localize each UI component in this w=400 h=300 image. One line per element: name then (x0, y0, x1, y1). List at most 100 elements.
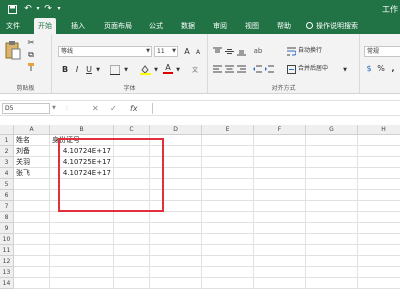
save-icon[interactable] (6, 3, 18, 15)
cell-c11[interactable] (114, 245, 150, 256)
tab-home[interactable]: 开始 (34, 18, 56, 34)
cell-f4[interactable] (254, 168, 306, 179)
cell-g8[interactable] (306, 212, 358, 223)
cell-c10[interactable] (114, 234, 150, 245)
cell-h13[interactable] (358, 267, 400, 278)
cell-c13[interactable] (114, 267, 150, 278)
percent-style-button[interactable]: % (376, 64, 386, 74)
row-header-7[interactable]: 7 (0, 201, 14, 212)
cell-e8[interactable] (202, 212, 254, 223)
cell-a6[interactable] (14, 190, 50, 201)
row-header-13[interactable]: 13 (0, 267, 14, 278)
cell-c9[interactable] (114, 223, 150, 234)
orientation-icon[interactable]: ab (252, 46, 264, 56)
cell-b13[interactable] (50, 267, 114, 278)
tab-data[interactable]: 数据 (178, 18, 198, 34)
align-center-icon[interactable] (224, 64, 234, 74)
cell-h10[interactable] (358, 234, 400, 245)
tab-file[interactable]: 文件 (4, 18, 22, 34)
cell-f14[interactable] (254, 278, 306, 289)
align-left-icon[interactable] (212, 64, 222, 74)
cell-e11[interactable] (202, 245, 254, 256)
cell-a9[interactable] (14, 223, 50, 234)
cell-e3[interactable] (202, 157, 254, 168)
cell-e1[interactable] (202, 135, 254, 146)
row-header-14[interactable]: 14 (0, 278, 14, 289)
bold-button[interactable]: B (60, 64, 70, 75)
cut-icon[interactable]: ✂ (26, 38, 36, 48)
tell-me-search[interactable]: 操作说明搜索 (306, 18, 370, 34)
cell-h5[interactable] (358, 179, 400, 190)
increase-indent-icon[interactable] (264, 64, 274, 74)
cell-h12[interactable] (358, 256, 400, 267)
cell-f5[interactable] (254, 179, 306, 190)
cell-e13[interactable] (202, 267, 254, 278)
row-header-4[interactable]: 4 (0, 168, 14, 179)
merge-center-button[interactable]: 合并后居中 (298, 66, 328, 72)
formula-bar-grip-icon[interactable]: ⋮ (64, 103, 70, 114)
cell-c14[interactable] (114, 278, 150, 289)
cell-g6[interactable] (306, 190, 358, 201)
cell-b8[interactable] (50, 212, 114, 223)
cell-a1[interactable]: 姓名 (14, 135, 50, 146)
cell-f8[interactable] (254, 212, 306, 223)
cell-g7[interactable] (306, 201, 358, 212)
cell-a13[interactable] (14, 267, 50, 278)
column-header-a[interactable]: A (14, 125, 50, 135)
cell-g12[interactable] (306, 256, 358, 267)
cell-f12[interactable] (254, 256, 306, 267)
tab-insert[interactable]: 插入 (68, 18, 88, 34)
cell-e2[interactable] (202, 146, 254, 157)
column-header-f[interactable]: F (254, 125, 306, 135)
wrap-text-icon[interactable] (286, 46, 296, 56)
top-align-icon[interactable] (212, 46, 222, 56)
decrease-indent-icon[interactable] (252, 64, 262, 74)
cell-a14[interactable] (14, 278, 50, 289)
paste-icon[interactable] (4, 38, 22, 62)
cell-f9[interactable] (254, 223, 306, 234)
cell-e12[interactable] (202, 256, 254, 267)
borders-icon[interactable] (108, 64, 122, 75)
tab-help[interactable]: 帮助 (274, 18, 294, 34)
row-header-2[interactable]: 2 (0, 146, 14, 157)
middle-align-icon[interactable] (224, 46, 234, 56)
row-header-8[interactable]: 8 (0, 212, 14, 223)
underline-dropdown-icon[interactable]: ▼ (95, 65, 101, 76)
cell-g10[interactable] (306, 234, 358, 245)
row-header-3[interactable]: 3 (0, 157, 14, 168)
cancel-entry-button[interactable]: ✕ (92, 103, 99, 114)
cell-h7[interactable] (358, 201, 400, 212)
cell-d13[interactable] (150, 267, 202, 278)
increase-font-size-button[interactable]: A (182, 46, 192, 57)
cell-c8[interactable] (114, 212, 150, 223)
cell-b12[interactable] (50, 256, 114, 267)
cell-h9[interactable] (358, 223, 400, 234)
cell-d8[interactable] (150, 212, 202, 223)
cell-g13[interactable] (306, 267, 358, 278)
cell-a4[interactable]: 张飞 (14, 168, 50, 179)
cell-e5[interactable] (202, 179, 254, 190)
row-header-6[interactable]: 6 (0, 190, 14, 201)
select-all-corner[interactable] (0, 125, 14, 135)
format-painter-icon[interactable] (26, 62, 36, 72)
cell-b9[interactable] (50, 223, 114, 234)
tab-review[interactable]: 审阅 (210, 18, 230, 34)
cell-e4[interactable] (202, 168, 254, 179)
phonetic-guide-icon[interactable]: 文 (188, 65, 202, 76)
cell-f6[interactable] (254, 190, 306, 201)
cell-f3[interactable] (254, 157, 306, 168)
name-box-dropdown-icon[interactable]: ▼ (52, 103, 56, 114)
cell-d10[interactable] (150, 234, 202, 245)
cell-a2[interactable]: 刘备 (14, 146, 50, 157)
tab-formulas[interactable]: 公式 (146, 18, 166, 34)
cell-e10[interactable] (202, 234, 254, 245)
cell-h2[interactable] (358, 146, 400, 157)
cell-a12[interactable] (14, 256, 50, 267)
underline-button[interactable]: U (84, 64, 94, 75)
column-header-b[interactable]: B (50, 125, 114, 135)
cell-a5[interactable] (14, 179, 50, 190)
cell-g11[interactable] (306, 245, 358, 256)
cell-g14[interactable] (306, 278, 358, 289)
decrease-font-size-button[interactable]: A (193, 47, 203, 58)
tab-view[interactable]: 视图 (242, 18, 262, 34)
